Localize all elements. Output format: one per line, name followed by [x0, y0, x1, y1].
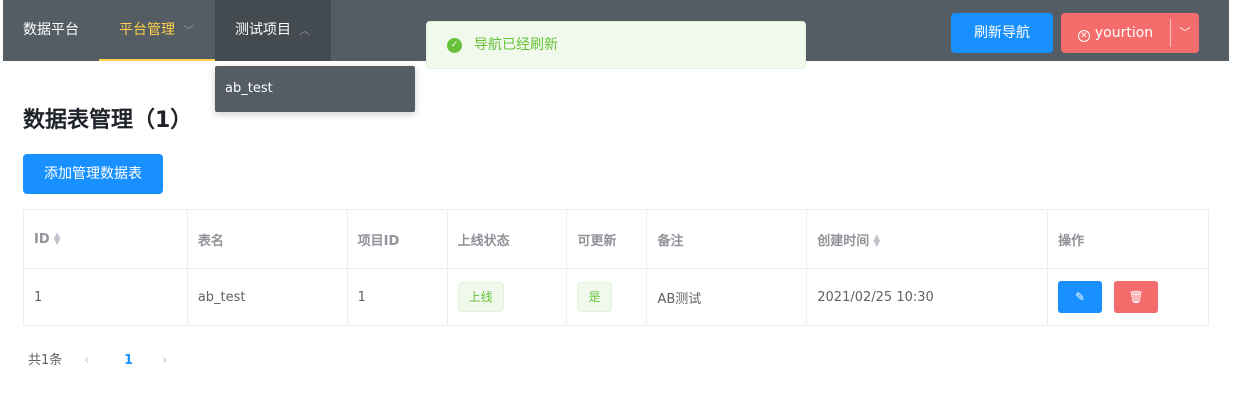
column-header-name: 表名 [186, 209, 348, 269]
cell-project-id: 1 [346, 268, 448, 326]
edit-icon: ✎ [1075, 290, 1086, 304]
column-header-remark: 备注 [646, 209, 808, 269]
chevron-down-icon: ﹀ [183, 24, 194, 37]
submenu-dropdown: ab_test [215, 66, 415, 112]
next-page-icon[interactable]: › [162, 352, 167, 370]
user-split-button: ✕ yourtion ﹀ [1061, 13, 1199, 53]
submenu-item-ab-test[interactable]: ab_test [225, 66, 273, 112]
cell-id: 1 [23, 268, 188, 326]
user-name: yourtion [1094, 25, 1154, 41]
nav-item-label: 测试项目 [235, 22, 291, 38]
prev-page-icon[interactable]: ‹ [84, 352, 89, 370]
trash-icon: 🗑 [1128, 290, 1144, 304]
column-header-actions: 操作 [1047, 209, 1209, 269]
column-header-online-status: 上线状态 [446, 209, 568, 269]
column-header-updatable: 可更新 [566, 209, 648, 269]
page-number[interactable]: 1 [124, 352, 133, 370]
toast-message: 导航已经刷新 [474, 37, 558, 53]
brand-title[interactable]: 数据平台 [3, 0, 99, 61]
nav-item-test-projects[interactable]: 测试项目 ︿ [215, 0, 331, 61]
user-button[interactable]: ✕ yourtion [1061, 13, 1170, 53]
edit-button[interactable]: ✎ [1058, 281, 1103, 313]
data-table: ID ▲ ▼ 表名 项目ID 上线状态 可更新 备注 创建时间 ▲ ▼ 操作 1 ab_… [23, 209, 1209, 326]
table-header-row: ID ▲ ▼ 表名 项目ID 上线状态 可更新 备注 创建时间 ▲ ▼ 操作 [23, 209, 1209, 269]
cell-name: ab_test [186, 268, 348, 326]
add-table-button[interactable]: 添加管理数据表 [23, 154, 163, 194]
cell-remark: AB测试 [646, 268, 808, 326]
updatable-badge: 是 [577, 282, 612, 312]
column-header-project-id: 项目ID [346, 209, 448, 269]
cell-online-status: 上线 [446, 268, 568, 326]
cell-created-at: 2021/02/25 10:30 [806, 268, 1049, 326]
page-title: 数据表管理（1） [23, 108, 193, 133]
nav-item-platform-management[interactable]: 平台管理 ﹀ [99, 0, 215, 61]
cell-actions: ✎ 🗑 [1047, 268, 1209, 326]
column-header-created-at[interactable]: 创建时间 ▲ ▼ [806, 209, 1049, 269]
chevron-down-icon: ﹀ [1179, 26, 1191, 39]
cell-updatable: 是 [566, 268, 648, 326]
circle-close-icon: ✕ [1077, 30, 1090, 42]
status-badge: 上线 [457, 282, 504, 312]
nav-item-label: 平台管理 [119, 22, 175, 38]
user-dropdown-toggle[interactable]: ﹀ [1171, 13, 1199, 53]
success-toast: ✓ 导航已经刷新 [426, 21, 806, 69]
sort-icon[interactable]: ▲ ▼ [54, 232, 61, 247]
chevron-up-icon: ︿ [299, 24, 310, 37]
check-circle-icon: ✓ [447, 38, 462, 53]
total-count: 共1条 [28, 353, 63, 368]
delete-button[interactable]: 🗑 [1114, 281, 1159, 313]
table-row: 1 ab_test 1 上线 是 AB测试 2021/02/25 10:30 ✎… [23, 268, 1209, 326]
sort-icon[interactable]: ▲ ▼ [873, 234, 880, 249]
column-header-id[interactable]: ID ▲ ▼ [23, 209, 188, 269]
refresh-nav-button[interactable]: 刷新导航 [951, 13, 1053, 53]
